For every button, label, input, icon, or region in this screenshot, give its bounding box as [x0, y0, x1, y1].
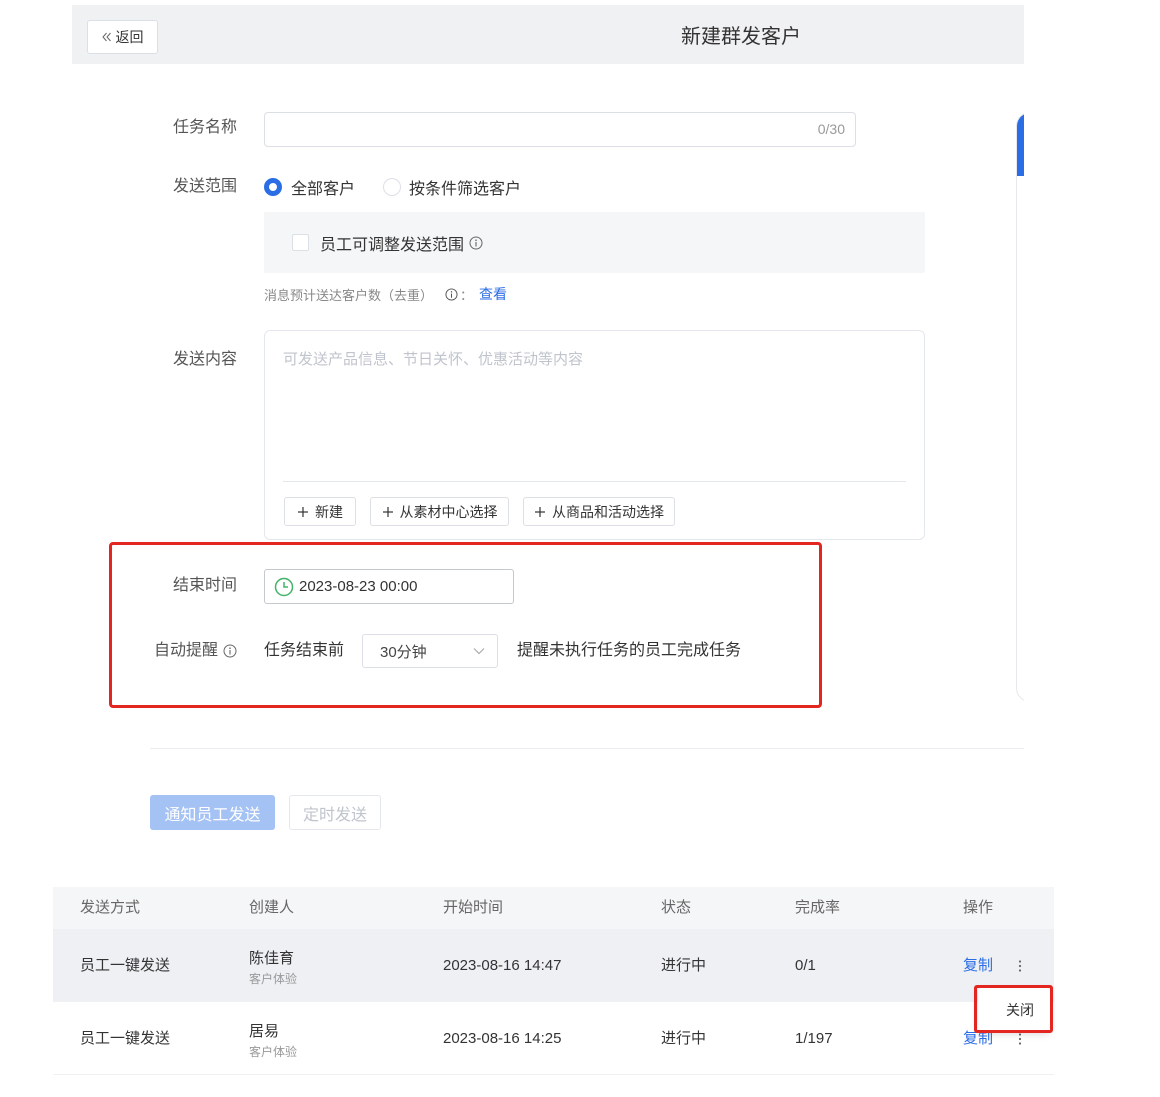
task-table: 发送方式 创建人 开始时间 状态 完成率 操作 员工一键发送 陈佳育 客户体验 … [53, 887, 1054, 1075]
column-header: 开始时间 [443, 899, 504, 916]
end-time-label: 结束时间 [90, 576, 237, 596]
add-new-label: 新建 [315, 503, 343, 520]
start-time-cell: 2023-08-16 14:47 [443, 957, 562, 974]
add-new-button[interactable]: 新建 [284, 497, 356, 526]
select-from-products-button[interactable]: 从商品和活动选择 [523, 497, 675, 526]
end-time-value: 2023-08-23 00:00 [299, 578, 418, 595]
remind-time-select[interactable]: 30分钟 [362, 634, 498, 668]
table-row: 员工一键发送 居易 客户体验 2023-08-16 14:25 进行中 1/19… [53, 1002, 1054, 1075]
plus-icon [298, 506, 308, 517]
task-name-label-text: 任务名称 [172, 119, 237, 136]
row-action-menu: 关闭 [978, 988, 1050, 1032]
column-header: 完成率 [795, 899, 841, 916]
notify-staff-button[interactable]: 通知员工发送 [150, 795, 275, 830]
radio-all-customers[interactable] [264, 178, 282, 196]
adjustable-scope-checkbox[interactable] [292, 234, 309, 251]
column-header: 状态 [661, 899, 692, 916]
chevron-down-icon [473, 648, 485, 655]
content-textarea[interactable] [283, 350, 906, 475]
end-time-label-text: 结束时间 [172, 577, 237, 594]
content-label: 发送内容 [90, 350, 237, 370]
auto-remind-suffix: 提醒未执行任务的员工完成任务 [517, 642, 742, 659]
start-time-cell: 2023-08-16 14:25 [443, 1030, 562, 1047]
send-scope-label: 发送范围 [90, 177, 237, 197]
end-time-picker[interactable]: 2023-08-23 00:00 [264, 569, 514, 604]
content-editor: 新建 从素材中心选择 从商品和活动选择 [264, 330, 925, 540]
info-icon[interactable] [445, 287, 458, 301]
task-name-field[interactable]: 0/30 [264, 112, 856, 147]
scope-option-all-label: 全部客户 [291, 181, 356, 198]
more-vertical-icon[interactable] [1018, 959, 1022, 973]
table-header: 发送方式 创建人 开始时间 状态 完成率 操作 [53, 887, 1054, 929]
scope-option-all[interactable]: 全部客户 [264, 176, 355, 198]
auto-remind-label-text: 自动提醒 [153, 642, 218, 659]
estimate-separator: ： [460, 287, 474, 303]
preview-panel-header [1017, 113, 1024, 176]
double-chevron-left-icon [101, 32, 111, 42]
select-from-materials-label: 从素材中心选择 [399, 503, 498, 520]
creator-team: 客户体验 [249, 1045, 298, 1059]
schedule-send-button[interactable]: 定时发送 [289, 795, 381, 830]
page-header: 返回 新建群发客户 [72, 5, 1024, 64]
close-menu-item[interactable]: 关闭 [1006, 1000, 1034, 1020]
remind-time-value: 30分钟 [380, 643, 427, 661]
back-button-label: 返回 [115, 29, 144, 45]
select-from-materials-button[interactable]: 从素材中心选择 [370, 497, 509, 526]
send-method-cell: 员工一键发送 [80, 957, 171, 974]
info-icon[interactable] [223, 644, 237, 658]
content-label-text: 发送内容 [172, 351, 237, 368]
column-header: 操作 [963, 899, 994, 916]
adjustable-scope-label: 员工可调整发送范围 [320, 236, 465, 254]
table-row: 员工一键发送 陈佳育 客户体验 2023-08-16 14:47 进行中 0/1… [53, 929, 1054, 1002]
completion-cell: 0/1 [795, 957, 816, 974]
info-icon[interactable] [469, 236, 483, 250]
back-button[interactable]: 返回 [87, 20, 158, 54]
select-from-products-label: 从商品和活动选择 [552, 503, 664, 520]
completion-cell: 1/197 [795, 1030, 833, 1047]
creator-team: 客户体验 [249, 972, 298, 986]
highlight-box [109, 542, 822, 708]
column-header: 创建人 [249, 899, 295, 916]
view-estimate-link[interactable]: 查看 [479, 284, 507, 304]
plus-icon [382, 506, 393, 517]
more-vertical-icon[interactable] [1018, 1032, 1022, 1046]
clock-icon [274, 577, 294, 596]
auto-remind-label: 自动提醒 [90, 641, 237, 661]
estimate-reach: 消息预计送达客户数（去重） ： 查看 [264, 284, 507, 304]
send-scope-label-text: 发送范围 [172, 178, 237, 195]
task-name-counter: 0/30 [817, 121, 845, 137]
plus-icon [535, 506, 545, 517]
scope-options-panel: 员工可调整发送范围 [264, 212, 925, 273]
creator-name: 陈佳育 [249, 950, 295, 967]
radio-filter-customers[interactable] [383, 178, 401, 196]
adjustable-scope-option[interactable]: 员工可调整发送范围 [292, 212, 483, 273]
status-cell: 进行中 [661, 957, 707, 974]
content-divider [283, 481, 906, 482]
task-name-label: 任务名称 [90, 118, 237, 138]
estimate-text: 消息预计送达客户数（去重） [264, 287, 434, 303]
page-title: 新建群发客户 [681, 26, 801, 48]
section-divider [150, 748, 1024, 749]
send-method-cell: 员工一键发送 [80, 1030, 171, 1047]
column-header: 发送方式 [80, 899, 141, 916]
preview-panel-edge [1016, 112, 1024, 704]
scope-option-filter-label: 按条件筛选客户 [409, 181, 522, 198]
status-cell: 进行中 [661, 1030, 707, 1047]
preview-panel [1016, 112, 1024, 702]
task-name-input[interactable] [265, 113, 805, 146]
auto-remind-prefix: 任务结束前 [264, 642, 345, 659]
creator-name: 居易 [249, 1023, 280, 1040]
scope-option-filter[interactable]: 按条件筛选客户 [383, 176, 521, 198]
